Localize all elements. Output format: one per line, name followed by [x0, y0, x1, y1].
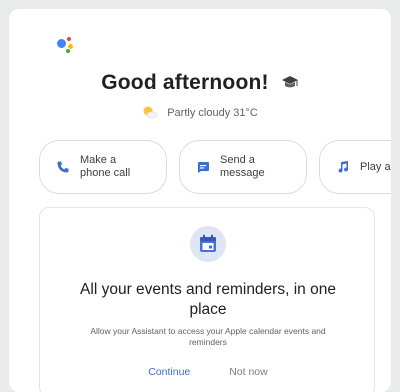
card-title: All your events and reminders, in one pl…: [80, 281, 336, 318]
suggestion-chip-send-message[interactable]: Send a message: [179, 140, 307, 194]
weather-text: Partly cloudy 31°C: [167, 107, 258, 119]
greeting-text: Good afternoon!: [101, 71, 269, 94]
graduation-cap-icon: [281, 72, 299, 96]
card-actions: Continue Not now: [40, 366, 376, 378]
message-icon: [196, 160, 210, 174]
weather-status: Partly cloudy 31°C: [9, 105, 391, 122]
suggestion-chip-label: Make a phone call: [80, 154, 131, 179]
suggestion-chip-label: Play a: [360, 160, 391, 173]
suggestion-chip-label: Send a message: [220, 154, 265, 179]
phone-icon: [56, 160, 70, 174]
music-icon: [336, 160, 350, 174]
not-now-button[interactable]: Not now: [229, 366, 268, 378]
google-assistant-logo-icon: [57, 35, 83, 55]
partly-cloudy-icon: [142, 105, 158, 122]
greeting-heading: Good afternoon!: [9, 71, 391, 96]
suggestion-chips: Make a phone call Send a message Play a: [39, 140, 391, 198]
card-description: Allow your Assistant to access your Appl…: [90, 326, 326, 347]
continue-button[interactable]: Continue: [148, 366, 190, 378]
suggestion-chip-play[interactable]: Play a: [319, 140, 391, 194]
calendar-icon: [190, 226, 226, 262]
assistant-panel: Good afternoon! Partly cloudy 31°C Make …: [9, 9, 391, 392]
suggestion-chip-phone-call[interactable]: Make a phone call: [39, 140, 167, 194]
calendar-permission-card: All your events and reminders, in one pl…: [39, 207, 375, 392]
